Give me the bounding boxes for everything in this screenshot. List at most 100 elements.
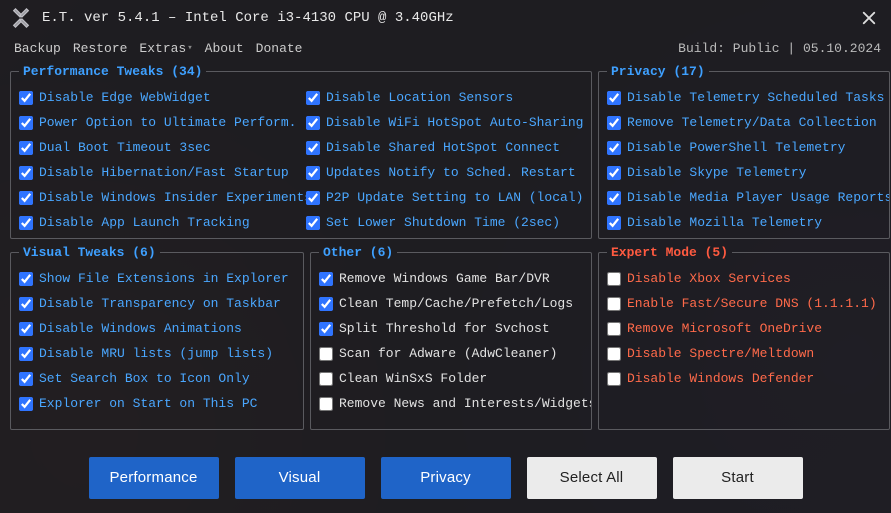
expert-tweak-label[interactable]: Disable Windows Defender	[627, 366, 814, 391]
group-visual-legend: Visual Tweaks (6)	[19, 245, 160, 260]
perf-tweak-row: Disable App Launch Tracking	[19, 210, 296, 235]
visual-tweak-checkbox[interactable]	[19, 397, 33, 411]
perf-tweak-row: Disable Shared HotSpot Connect	[306, 135, 583, 160]
other-tweak-checkbox[interactable]	[319, 272, 333, 286]
perf-tweak-label[interactable]: Disable Windows Insider Experiments	[39, 185, 312, 210]
perf-tweak-checkbox[interactable]	[306, 191, 320, 205]
privacy-tweak-row: Disable Mozilla Telemetry	[607, 210, 881, 235]
expert-tweak-label[interactable]: Remove Microsoft OneDrive	[627, 316, 822, 341]
visual-tweak-row: Disable Windows Animations	[19, 316, 295, 341]
expert-tweak-checkbox[interactable]	[607, 322, 621, 336]
perf-tweak-checkbox[interactable]	[19, 141, 33, 155]
expert-tweak-checkbox[interactable]	[607, 372, 621, 386]
perf-tweak-checkbox[interactable]	[19, 216, 33, 230]
visual-tweak-label[interactable]: Set Search Box to Icon Only	[39, 366, 250, 391]
other-tweak-label[interactable]: Remove Windows Game Bar/DVR	[339, 266, 550, 291]
expert-tweak-checkbox[interactable]	[607, 272, 621, 286]
perf-tweak-label[interactable]: Disable Shared HotSpot Connect	[326, 135, 560, 160]
other-tweak-checkbox[interactable]	[319, 347, 333, 361]
visual-tweak-checkbox[interactable]	[19, 347, 33, 361]
privacy-tweak-row: Remove Telemetry/Data Collection	[607, 110, 881, 135]
perf-tweak-checkbox[interactable]	[306, 166, 320, 180]
expert-tweak-label[interactable]: Disable Xbox Services	[627, 266, 791, 291]
group-expert: Expert Mode (5) Disable Xbox ServicesEna…	[598, 245, 890, 430]
expert-tweak-label[interactable]: Enable Fast/Secure DNS (1.1.1.1)	[627, 291, 877, 316]
close-icon	[862, 11, 876, 25]
visual-button[interactable]: Visual	[235, 457, 365, 499]
perf-tweak-label[interactable]: Power Option to Ultimate Perform.	[39, 110, 296, 135]
action-bar: Performance Visual Privacy Select All St…	[0, 451, 891, 513]
perf-tweak-label[interactable]: Disable Hibernation/Fast Startup	[39, 160, 289, 185]
visual-tweak-label[interactable]: Disable Windows Animations	[39, 316, 242, 341]
visual-tweak-label[interactable]: Explorer on Start on This PC	[39, 391, 257, 416]
menu-backup[interactable]: Backup	[10, 39, 65, 58]
privacy-button[interactable]: Privacy	[381, 457, 511, 499]
privacy-tweak-label[interactable]: Disable Mozilla Telemetry	[627, 210, 822, 235]
other-tweak-row: Scan for Adware (AdwCleaner)	[319, 341, 583, 366]
expert-tweak-label[interactable]: Disable Spectre/Meltdown	[627, 341, 814, 366]
select-all-button[interactable]: Select All	[527, 457, 657, 499]
perf-tweak-label[interactable]: Updates Notify to Sched. Restart	[326, 160, 576, 185]
perf-tweak-label[interactable]: Disable Edge WebWidget	[39, 85, 211, 110]
perf-tweak-checkbox[interactable]	[306, 216, 320, 230]
perf-tweak-checkbox[interactable]	[19, 91, 33, 105]
privacy-tweak-checkbox[interactable]	[607, 166, 621, 180]
menu-donate[interactable]: Donate	[252, 39, 307, 58]
performance-button[interactable]: Performance	[89, 457, 219, 499]
privacy-tweak-checkbox[interactable]	[607, 116, 621, 130]
visual-tweak-checkbox[interactable]	[19, 322, 33, 336]
other-tweak-row: Clean WinSxS Folder	[319, 366, 583, 391]
other-tweak-label[interactable]: Clean WinSxS Folder	[339, 366, 487, 391]
other-tweak-checkbox[interactable]	[319, 372, 333, 386]
menu-extras[interactable]: Extras▾	[135, 39, 196, 58]
privacy-tweak-checkbox[interactable]	[607, 191, 621, 205]
menu-restore[interactable]: Restore	[69, 39, 132, 58]
perf-tweak-checkbox[interactable]	[19, 116, 33, 130]
visual-tweak-label[interactable]: Show File Extensions in Explorer	[39, 266, 289, 291]
privacy-tweak-row: Disable Skype Telemetry	[607, 160, 881, 185]
visual-tweak-checkbox[interactable]	[19, 372, 33, 386]
privacy-tweak-label[interactable]: Remove Telemetry/Data Collection	[627, 110, 877, 135]
perf-tweak-checkbox[interactable]	[19, 166, 33, 180]
window-close-button[interactable]	[855, 4, 883, 32]
visual-tweak-label[interactable]: Disable MRU lists (jump lists)	[39, 341, 273, 366]
other-tweak-label[interactable]: Remove News and Interests/Widgets	[339, 391, 592, 416]
privacy-tweak-label[interactable]: Disable Media Player Usage Reports	[627, 185, 890, 210]
perf-tweak-label[interactable]: Disable WiFi HotSpot Auto-Sharing	[326, 110, 583, 135]
perf-tweak-label[interactable]: Disable Location Sensors	[326, 85, 513, 110]
expert-tweak-checkbox[interactable]	[607, 297, 621, 311]
perf-tweak-label[interactable]: Dual Boot Timeout 3sec	[39, 135, 211, 160]
other-tweak-row: Clean Temp/Cache/Prefetch/Logs	[319, 291, 583, 316]
expert-tweak-row: Disable Windows Defender	[607, 366, 881, 391]
perf-tweak-checkbox[interactable]	[306, 141, 320, 155]
privacy-tweak-checkbox[interactable]	[607, 91, 621, 105]
start-button[interactable]: Start	[673, 457, 803, 499]
perf-tweak-label[interactable]: Disable App Launch Tracking	[39, 210, 250, 235]
visual-tweak-checkbox[interactable]	[19, 272, 33, 286]
other-tweak-checkbox[interactable]	[319, 297, 333, 311]
perf-tweak-checkbox[interactable]	[19, 191, 33, 205]
perf-tweak-checkbox[interactable]	[306, 116, 320, 130]
other-tweak-row: Split Threshold for Svchost	[319, 316, 583, 341]
other-tweak-label[interactable]: Clean Temp/Cache/Prefetch/Logs	[339, 291, 573, 316]
menu-about[interactable]: About	[201, 39, 248, 58]
privacy-tweak-checkbox[interactable]	[607, 141, 621, 155]
privacy-tweak-label[interactable]: Disable Telemetry Scheduled Tasks	[627, 85, 884, 110]
group-visual: Visual Tweaks (6) Show File Extensions i…	[10, 245, 304, 430]
perf-tweak-row: Set Lower Shutdown Time (2sec)	[306, 210, 583, 235]
perf-tweak-label[interactable]: Set Lower Shutdown Time (2sec)	[326, 210, 560, 235]
privacy-tweak-checkbox[interactable]	[607, 216, 621, 230]
privacy-tweak-row: Disable PowerShell Telemetry	[607, 135, 881, 160]
other-tweak-checkbox[interactable]	[319, 322, 333, 336]
perf-tweak-label[interactable]: P2P Update Setting to LAN (local)	[326, 185, 583, 210]
menu-extras-label: Extras	[139, 41, 186, 56]
privacy-tweak-label[interactable]: Disable Skype Telemetry	[627, 160, 806, 185]
perf-tweak-checkbox[interactable]	[306, 91, 320, 105]
other-tweak-checkbox[interactable]	[319, 397, 333, 411]
visual-tweak-label[interactable]: Disable Transparency on Taskbar	[39, 291, 281, 316]
privacy-tweak-label[interactable]: Disable PowerShell Telemetry	[627, 135, 845, 160]
visual-tweak-checkbox[interactable]	[19, 297, 33, 311]
other-tweak-label[interactable]: Scan for Adware (AdwCleaner)	[339, 341, 557, 366]
expert-tweak-checkbox[interactable]	[607, 347, 621, 361]
other-tweak-label[interactable]: Split Threshold for Svchost	[339, 316, 550, 341]
